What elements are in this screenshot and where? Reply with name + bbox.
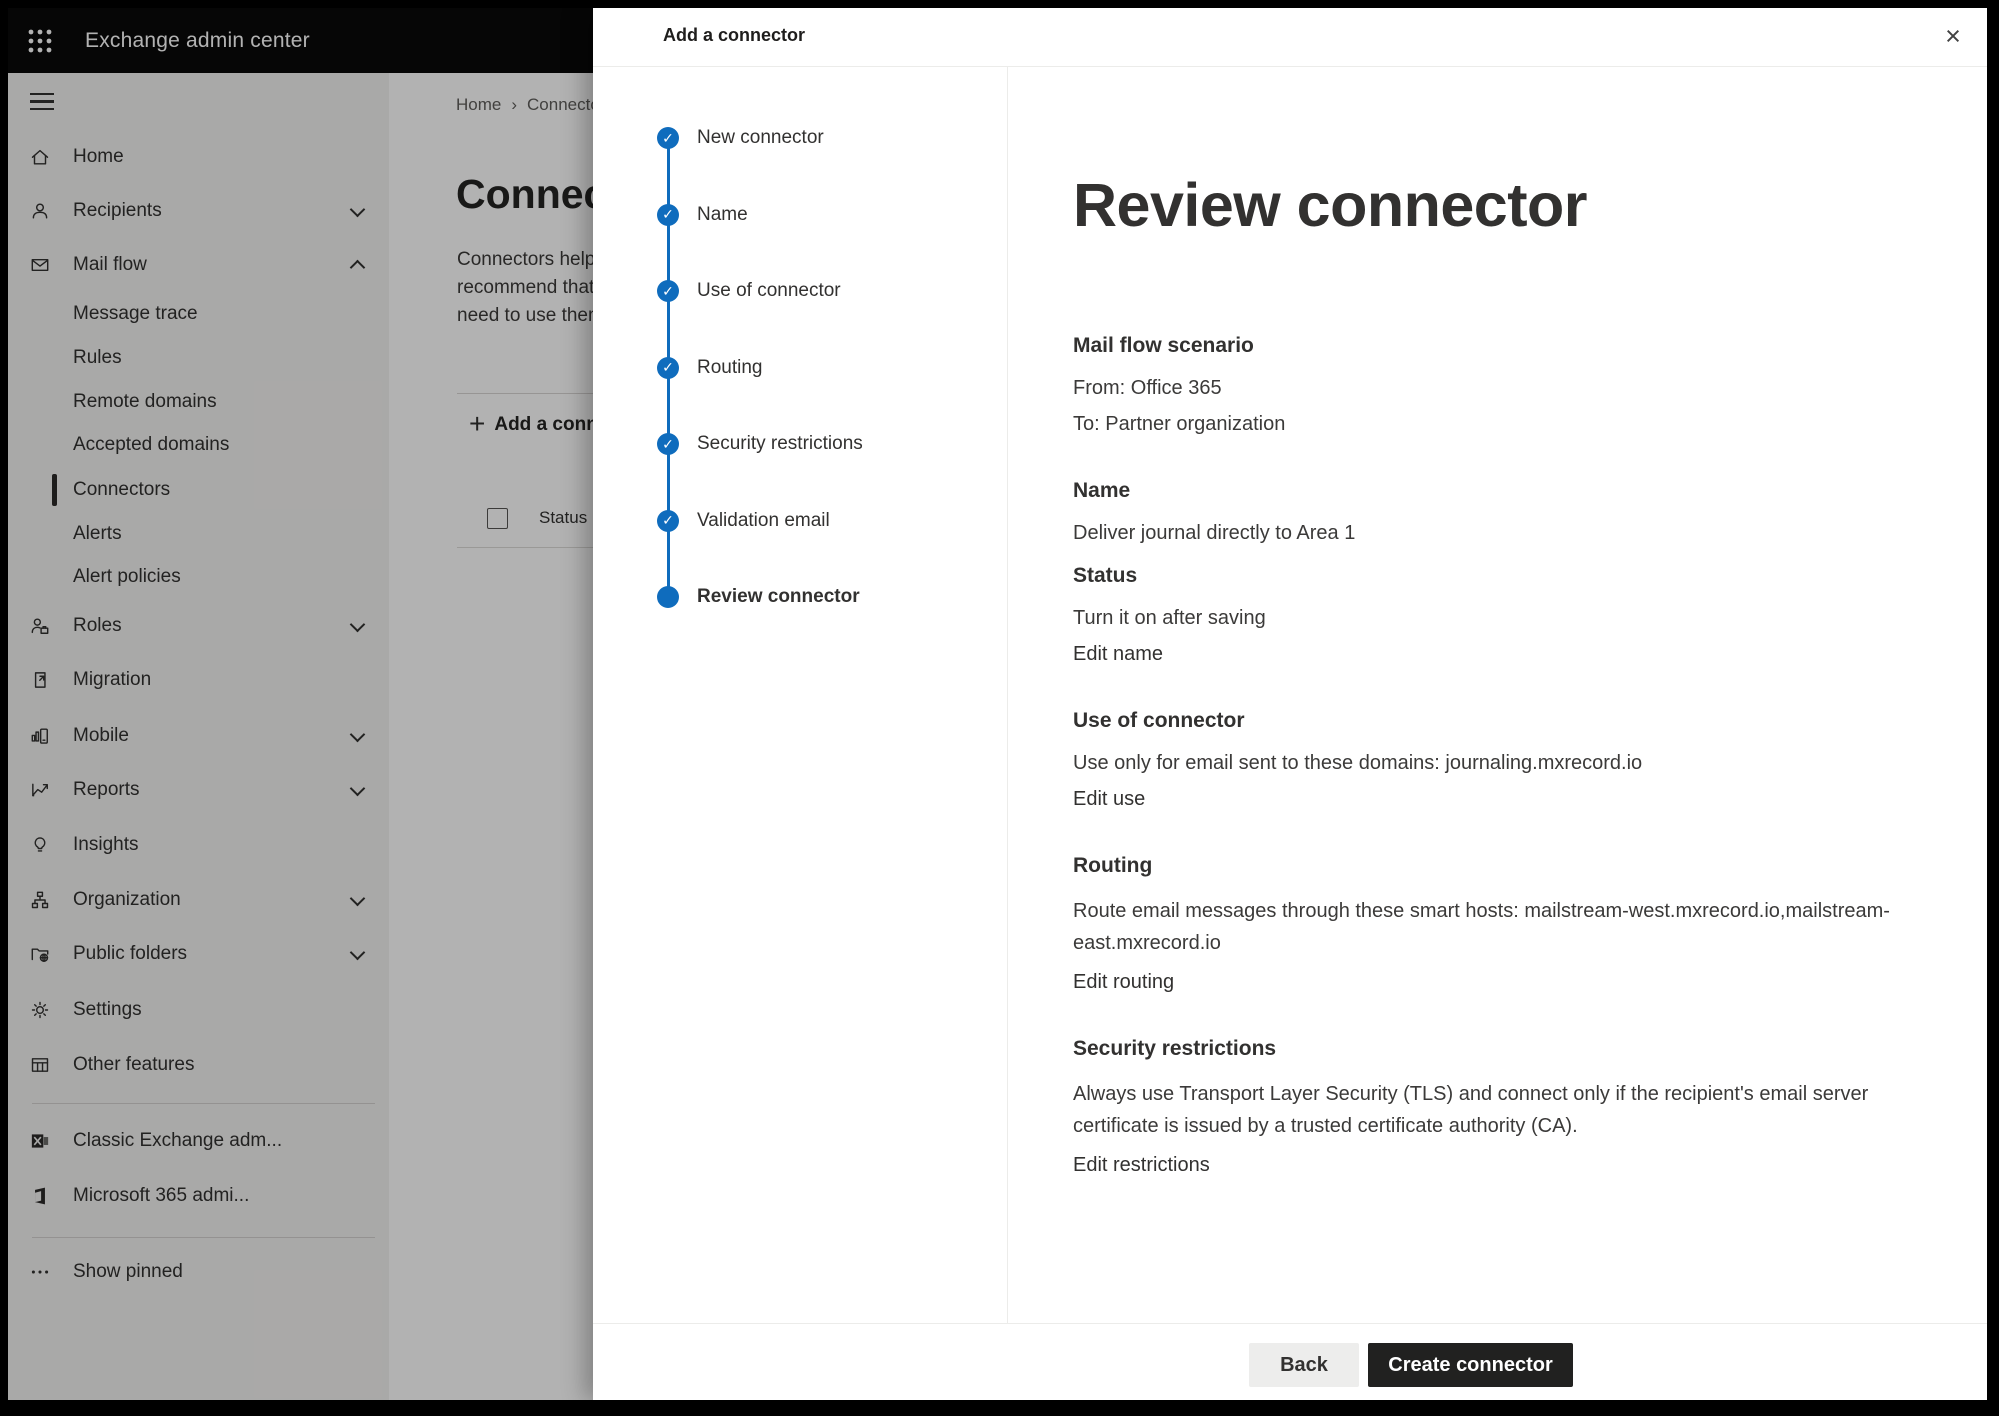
- panel-title: Add a connector: [663, 25, 805, 46]
- create-connector-button[interactable]: Create connector: [1368, 1343, 1573, 1387]
- step-check-icon: ✓: [657, 357, 679, 379]
- step-label: Name: [697, 204, 748, 226]
- section-heading-status: Status: [1073, 563, 1913, 589]
- step-label: Validation email: [697, 510, 830, 532]
- step-check-icon: ✓: [657, 510, 679, 532]
- section-text: Turn it on after saving: [1073, 605, 1913, 631]
- review-connector-content: Review connector Mail flow scenario From:…: [1007, 66, 1987, 1324]
- step-label: Routing: [697, 357, 763, 379]
- panel-header: Add a connector ×: [593, 8, 1987, 67]
- section-heading-routing: Routing: [1073, 853, 1913, 879]
- section-heading-security-restrictions: Security restrictions: [1073, 1036, 1913, 1062]
- edit-name-link[interactable]: Edit name: [1073, 641, 1163, 667]
- review-heading: Review connector: [1073, 170, 1587, 240]
- wizard-stepper: ✓ New connector ✓ Name ✓ Use of connector ✓ Rou…: [593, 66, 1008, 1324]
- section-heading-use-of-connector: Use of connector: [1073, 708, 1913, 734]
- step-label: New connector: [697, 127, 824, 149]
- edit-use-link[interactable]: Edit use: [1073, 786, 1145, 812]
- step-check-icon: ✓: [657, 280, 679, 302]
- section-text: To: Partner organization: [1073, 411, 1913, 437]
- current-step-dot: [657, 586, 679, 608]
- edit-routing-link[interactable]: Edit routing: [1073, 969, 1174, 995]
- section-heading-mail-flow-scenario: Mail flow scenario: [1073, 333, 1913, 359]
- section-text: From: Office 365: [1073, 375, 1913, 401]
- section-text: Deliver journal directly to Area 1: [1073, 520, 1913, 546]
- step-check-icon: ✓: [657, 204, 679, 226]
- step-label: Security restrictions: [697, 433, 863, 455]
- step-check-icon: ✓: [657, 433, 679, 455]
- close-icon[interactable]: ×: [1935, 18, 1971, 54]
- section-text: Always use Transport Layer Security (TLS…: [1073, 1078, 1913, 1142]
- step-label: Review connector: [697, 586, 860, 608]
- section-text: Route email messages through these smart…: [1073, 895, 1913, 959]
- app-window: Exchange admin center HomeRecipientsMail…: [8, 8, 1987, 1400]
- panel-footer: Back Create connector: [593, 1323, 1987, 1400]
- back-button[interactable]: Back: [1249, 1343, 1359, 1387]
- section-heading-name: Name: [1073, 478, 1913, 504]
- add-connector-panel: Add a connector × ✓ New connector ✓ Name ✓ Us…: [593, 8, 1987, 1400]
- section-text: Use only for email sent to these domains…: [1073, 750, 1913, 776]
- step-check-icon: ✓: [657, 127, 679, 149]
- edit-restrictions-link[interactable]: Edit restrictions: [1073, 1152, 1210, 1178]
- step-label: Use of connector: [697, 280, 841, 302]
